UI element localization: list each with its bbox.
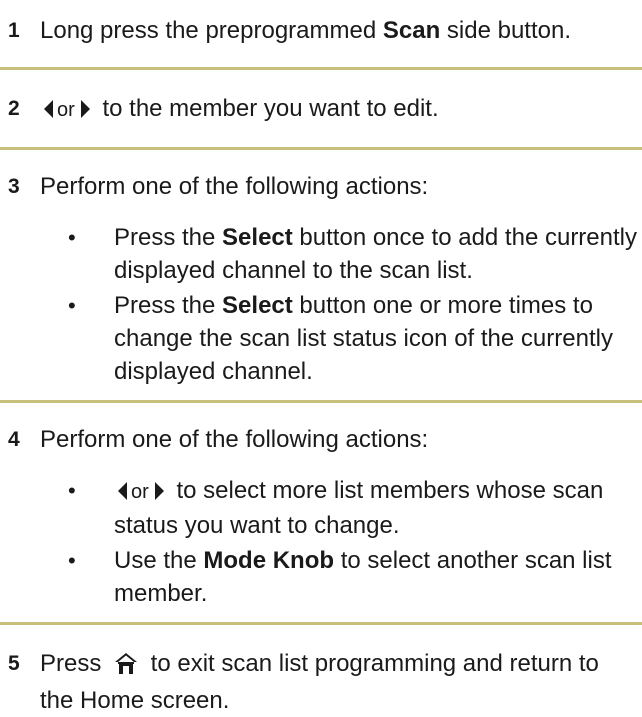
- step-number: 3: [8, 175, 20, 198]
- list-item: • or to select more list members whose s…: [68, 474, 642, 542]
- arrow-left-icon: [118, 482, 127, 500]
- arrow-right-icon: [80, 100, 90, 118]
- step-4: 4 Perform one of the following actions:: [0, 403, 642, 456]
- step-3: 3 Perform one of the following actions:: [0, 150, 642, 203]
- home-icon: [114, 651, 138, 684]
- step-1: 1 Long press the preprogrammed Scan side…: [0, 0, 642, 47]
- bullet-icon: •: [68, 548, 76, 573]
- select-button-label: Select: [222, 224, 293, 251]
- step-number: 2: [8, 97, 20, 120]
- step-5: 5 Press to exit scan list programming an…: [0, 625, 642, 717]
- bullet-icon: •: [68, 225, 76, 250]
- mode-knob-label: Mode Knob: [203, 547, 335, 574]
- step-4-bullets: • or to select more list members whose s…: [0, 474, 642, 610]
- step-text: Perform one of the following actions:: [40, 173, 429, 200]
- step-text: or to the member you want to edit.: [40, 95, 439, 122]
- scan-button-label: Scan: [382, 17, 441, 44]
- list-item: • Press the Select button one or more ti…: [68, 289, 642, 388]
- step-number: 1: [8, 19, 20, 42]
- step-2: 2 or to the member you want to edit.: [0, 70, 642, 127]
- step-text: Long press the preprogrammed Scan side b…: [40, 17, 571, 44]
- instruction-document: 1 Long press the preprogrammed Scan side…: [0, 0, 642, 717]
- step-text: Perform one of the following actions:: [40, 426, 429, 453]
- step-number: 5: [8, 652, 20, 675]
- arrow-left-icon: [44, 100, 53, 118]
- step-number: 4: [8, 428, 20, 451]
- step-text: Press to exit scan list programming and …: [40, 650, 599, 714]
- list-item: • Use the Mode Knob to select another sc…: [68, 544, 642, 610]
- select-button-label: Select: [222, 292, 293, 319]
- arrow-right-icon: [154, 482, 164, 500]
- list-item: • Press the Select button once to add th…: [68, 221, 642, 287]
- bullet-icon: •: [68, 478, 76, 503]
- step-3-bullets: • Press the Select button once to add th…: [0, 221, 642, 388]
- bullet-icon: •: [68, 293, 76, 318]
